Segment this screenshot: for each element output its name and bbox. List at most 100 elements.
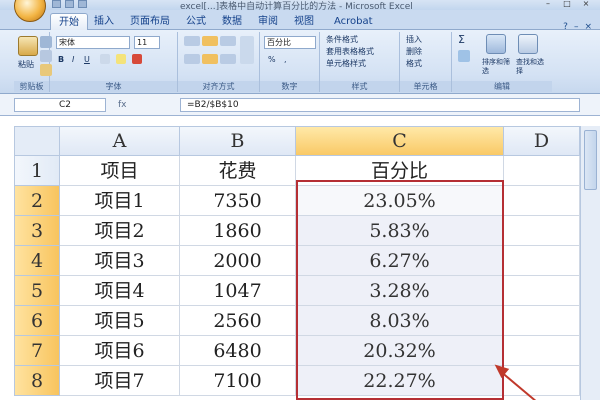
cell-d[interactable] (504, 336, 580, 366)
cell-b[interactable]: 7100 (180, 366, 296, 396)
cell-a[interactable]: 项目 (60, 156, 180, 186)
italic-button[interactable]: I (72, 54, 74, 66)
fx-icon[interactable]: fx (118, 98, 178, 112)
tab-review[interactable]: 审阅 (250, 13, 286, 30)
sort-filter-icon[interactable] (486, 34, 506, 54)
align-bottom-icon[interactable] (220, 36, 236, 46)
cell-a[interactable]: 项目4 (60, 276, 180, 306)
find-select-icon[interactable] (518, 34, 538, 54)
row-header[interactable]: 1 (14, 156, 60, 186)
redo-icon[interactable] (78, 0, 87, 8)
row-header[interactable]: 6 (14, 306, 60, 336)
cell-styles-button[interactable]: 单元格样式 (326, 58, 366, 70)
row-header[interactable]: 3 (14, 216, 60, 246)
font-name-select[interactable]: 宋体 (56, 36, 130, 49)
tab-view[interactable]: 视图 (286, 13, 322, 30)
cell-c[interactable]: 23.05% (296, 186, 504, 216)
insert-button[interactable]: 插入 (406, 34, 422, 46)
underline-button[interactable]: U (84, 54, 90, 66)
cell-a[interactable]: 项目7 (60, 366, 180, 396)
tab-insert[interactable]: 插入 (86, 13, 122, 30)
cell-c[interactable]: 5.83% (296, 216, 504, 246)
paste-button[interactable]: 粘贴 (18, 59, 34, 71)
select-all-corner[interactable] (14, 126, 60, 156)
number-format-select[interactable]: 百分比 (264, 36, 316, 49)
close-button[interactable]: × (578, 0, 594, 9)
bold-button[interactable]: B (58, 54, 64, 66)
save-icon[interactable] (52, 0, 61, 8)
cell-b[interactable]: 6480 (180, 336, 296, 366)
tab-page-layout[interactable]: 页面布局 (122, 13, 178, 30)
find-select-button[interactable]: 查找和选择 (516, 58, 548, 76)
cell-d[interactable] (504, 216, 580, 246)
cell-c[interactable]: 百分比 (296, 156, 504, 186)
cell-b[interactable]: 1047 (180, 276, 296, 306)
font-size-select[interactable]: 11 (134, 36, 160, 49)
row-header[interactable]: 2 (14, 186, 60, 216)
row-header[interactable]: 4 (14, 246, 60, 276)
cell-d[interactable] (504, 276, 580, 306)
cell-c[interactable]: 3.28% (296, 276, 504, 306)
undo-icon[interactable] (65, 0, 74, 8)
conditional-format-button[interactable]: 条件格式 (326, 34, 358, 46)
border-icon[interactable] (100, 54, 110, 64)
font-color-icon[interactable] (132, 54, 142, 64)
align-middle-icon[interactable] (202, 36, 218, 46)
maximize-button[interactable]: □ (559, 0, 575, 9)
tab-home[interactable]: 开始 (50, 13, 88, 30)
cell-b[interactable]: 7350 (180, 186, 296, 216)
comma-button[interactable]: , (284, 54, 287, 66)
minimize-button[interactable]: – (540, 0, 556, 9)
cell-c[interactable]: 22.27% (296, 366, 504, 396)
tab-formulas[interactable]: 公式 (178, 13, 214, 30)
cell-b[interactable]: 2000 (180, 246, 296, 276)
cell-a[interactable]: 项目2 (60, 216, 180, 246)
align-right-icon[interactable] (220, 54, 236, 64)
scrollbar-thumb[interactable] (584, 130, 597, 190)
clipboard-label: 剪贴板 (14, 81, 49, 92)
format-button[interactable]: 格式 (406, 58, 422, 70)
delete-button[interactable]: 删除 (406, 46, 422, 58)
wrap-merge-icon[interactable] (240, 36, 254, 64)
table-format-button[interactable]: 套用表格格式 (326, 46, 374, 58)
cell-d[interactable] (504, 306, 580, 336)
name-box[interactable]: C2 (14, 98, 106, 112)
column-header-c[interactable]: C (296, 126, 504, 156)
row-header[interactable]: 7 (14, 336, 60, 366)
cell-a[interactable]: 项目1 (60, 186, 180, 216)
fill-color-icon[interactable] (116, 54, 126, 64)
cell-c[interactable]: 20.32% (296, 336, 504, 366)
align-center-icon[interactable] (202, 54, 218, 64)
cell-a[interactable]: 项目3 (60, 246, 180, 276)
quick-access-toolbar (52, 0, 87, 10)
cell-d[interactable] (504, 366, 580, 396)
cell-c[interactable]: 8.03% (296, 306, 504, 336)
cell-d[interactable] (504, 246, 580, 276)
align-left-icon[interactable] (184, 54, 200, 64)
cell-a[interactable]: 项目6 (60, 336, 180, 366)
sort-filter-button[interactable]: 排序和筛选 (482, 58, 514, 76)
cell-d[interactable] (504, 156, 580, 186)
align-top-icon[interactable] (184, 36, 200, 46)
cell-c[interactable]: 6.27% (296, 246, 504, 276)
column-header-b[interactable]: B (180, 126, 296, 156)
paste-icon[interactable] (18, 36, 38, 56)
column-header-a[interactable]: A (60, 126, 180, 156)
cell-d[interactable] (504, 186, 580, 216)
vertical-scrollbar[interactable] (580, 126, 600, 400)
row-header[interactable]: 5 (14, 276, 60, 306)
title-bar: excel[...]表格中自动计算百分比的方法 - Microsoft Exce… (0, 0, 600, 12)
autosum-button[interactable]: Σ (458, 34, 465, 46)
row-header[interactable]: 8 (14, 366, 60, 396)
tab-acrobat[interactable]: Acrobat (326, 13, 381, 30)
cell-a[interactable]: 项目5 (60, 306, 180, 336)
cell-b[interactable]: 花费 (180, 156, 296, 186)
tab-data[interactable]: 数据 (214, 13, 250, 30)
column-header-d[interactable]: D (504, 126, 580, 156)
cell-b[interactable]: 2560 (180, 306, 296, 336)
formula-input[interactable]: =B2/$B$10 (180, 98, 580, 112)
cell-b[interactable]: 1860 (180, 216, 296, 246)
formula-bar: C2 fx =B2/$B$10 (0, 94, 600, 116)
fill-icon[interactable] (458, 50, 470, 62)
percent-button[interactable]: % (268, 54, 276, 66)
